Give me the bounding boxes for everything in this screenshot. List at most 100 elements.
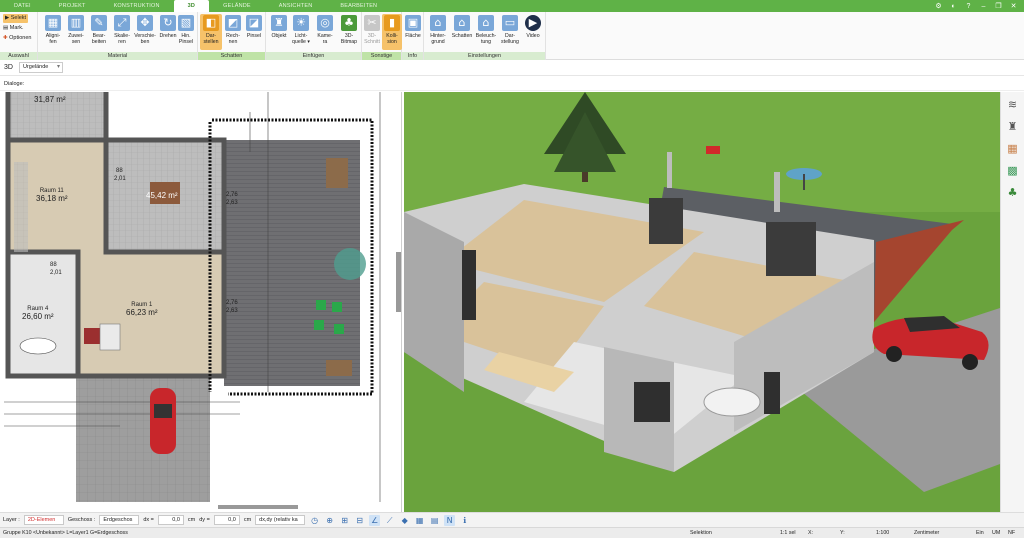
driveway [76,376,210,502]
3d-render [404,92,1000,512]
tab-3d[interactable]: 3D [173,0,210,12]
group-label-info: Info [402,52,423,60]
ribbon: ▶ Selekt ▤ Mark. ✚ Optionen Auswahl ▦ Ali… [0,12,1024,60]
plant-catalog-icon[interactable]: ♣ [1005,185,1021,201]
3d-section-button[interactable]: ✂ 3D- Schnitt [362,14,382,50]
3d-view-pane[interactable] [404,92,1000,512]
area-icon: ▣ [405,15,421,31]
group-einstellungen: ⌂ Hinter-grund ⌂ Schatten ⌂ Beleuch-tung ▭ D… [424,12,546,60]
info-icon[interactable]: ℹ [459,515,470,526]
status-um: UM [992,530,1001,536]
shadow-settings-button[interactable]: ⌂ Schatten [449,14,475,50]
scale-icon: ⤢ [114,15,130,31]
tab-gelaende[interactable]: GELÄNDE [209,0,265,12]
group-label-einstellungen: Einstellungen [424,52,545,60]
menu-tab-bar: DATEI PROJEKT KONSTRUKTION 3D GELÄNDE AN… [0,0,1024,12]
help-icon[interactable]: ? [964,2,973,11]
palette-icon[interactable]: ◐ [949,2,958,11]
settings-icon[interactable]: ⚙ [934,2,943,11]
dimension-label: 2,63 [226,200,238,206]
lightbulb-icon: ☀ [293,15,309,31]
tab-bearbeiten[interactable]: BEARBEITEN [326,0,391,12]
angle-snap-icon[interactable]: ∠ [369,514,381,526]
status-nf: NF [1008,530,1016,536]
chair-icon: ♜ [271,15,287,31]
dialog-label: Dialoge: [4,80,25,87]
house-icon: ⌂ [430,15,446,31]
3d-bitmap-button[interactable]: ♣ 3D- Bitmap [336,14,362,50]
collision-button[interactable]: ▮ Kolli-sion [382,14,402,50]
edit-icon: ✎ [91,15,107,31]
collision-icon: ▮ [384,15,400,31]
dy-unit: cm [243,517,252,523]
lighting-button[interactable]: ⌂ Beleuch-tung [473,14,499,50]
video-button[interactable]: ▶ Video [520,14,546,50]
armchair [84,328,100,344]
view-select-dropdown[interactable]: Urgelände [18,62,63,73]
material-catalog-icon[interactable]: ▦ [1005,141,1021,157]
options-button[interactable]: ✚ Optionen [3,34,31,43]
minimize-icon[interactable]: – [979,2,988,11]
align-icon: ▦ [45,15,61,31]
grid-snap-icon[interactable]: ⊞ [339,515,350,526]
background-button[interactable]: ⌂ Hinter-grund [425,14,451,50]
clock-icon[interactable]: ◷ [309,515,320,526]
table-icon[interactable]: ▤ [429,515,440,526]
area-button[interactable]: ▣ Fläche [402,14,424,50]
dx-label: dx = [143,517,154,523]
status-unit: Zentimeter [914,530,940,536]
light-source-button[interactable]: ☀ Licht-quelle ▾ [288,14,314,50]
north-icon[interactable]: N [444,514,456,526]
camera-button[interactable]: ◎ Kame-ra [312,14,338,50]
status-y: Y: [840,530,845,536]
dimension-label: 2,63 [226,308,238,314]
play-icon: ▶ [525,15,541,31]
line-snap-icon[interactable]: ⟋ [384,515,395,526]
group-info: ▣ Fläche Info [402,12,424,60]
color-palette-icon[interactable]: ▩ [1005,163,1021,179]
dimension-label: 88 [116,168,123,174]
chair-catalog-icon[interactable]: ♜ [1005,119,1021,135]
shadow-compute-button[interactable]: ◩ Rech-nen [222,14,244,50]
tab-ansichten[interactable]: ANSICHTEN [265,0,327,12]
snap-icon[interactable]: ⊕ [324,515,335,526]
right-tool-strip: ≋ ♜ ▦ ▩ ♣ [1000,92,1024,512]
house-light-icon: ⌂ [478,15,494,31]
dx-input[interactable]: 0,0 [157,515,184,525]
shadow-display-button[interactable]: ◧ Dar-stellen [200,14,222,50]
brush-button[interactable]: ▧ Hin. Pinsel [174,14,198,50]
shadow-brush-button[interactable]: ◪ Pinsel [243,14,265,50]
dx-unit: cm [187,517,196,523]
dy-input[interactable]: 0,0 [213,515,240,525]
object-snap-icon[interactable]: ⊟ [354,515,365,526]
restore-icon[interactable]: ❐ [994,2,1003,11]
close-icon[interactable]: ✕ [1009,2,1018,11]
monitor-icon: ▭ [502,15,518,31]
group-einfuegen: ♜ Objekt ☀ Licht-quelle ▾ ◎ Kame-ra ♣ 3D- Bit… [266,12,362,60]
floor-plan-pane[interactable]: 31,87 m² Raum 11 36,18 m² 45,42 m² Raum 1… [0,92,402,512]
group-schatten: ◧ Dar-stellen ◩ Rech-nen ◪ Pinsel Schatten [198,12,266,60]
dimension-label: 2,76 [226,192,238,198]
dialog-row: Dialoge: [0,77,1024,91]
mark-button[interactable]: ▤ Mark. [3,24,23,33]
coordinate-mode-dropdown[interactable]: dx,dy (relativ ka [255,515,306,525]
dimension-label: 2,01 [50,270,62,276]
dy-label: dy = [199,517,210,523]
tab-konstruktion[interactable]: KONSTRUKTION [100,0,174,12]
group-material: ▦ Aligni-fen ▥ Zuwei-sen ✎ Bear-beiten ⤢ Ska… [38,12,198,60]
room-label-top-left: 31,87 m² [34,95,66,104]
tab-projekt[interactable]: PROJEKT [45,0,100,12]
grid-icon[interactable]: ▦ [414,515,425,526]
floor-dropdown[interactable]: Erdgeschos [99,515,140,525]
point-snap-icon[interactable]: ◆ [399,515,410,526]
select-button[interactable]: ▶ Selekt [3,14,29,23]
layer-dropdown[interactable]: 2D-Elemen [23,515,64,525]
cube-shadow-icon: ◧ [203,15,219,31]
room-label-dining: 45,42 m² [146,191,178,200]
view-options-row: 3D Urgelände [0,60,1024,76]
tree-icon: ♣ [341,15,357,31]
tab-datei[interactable]: DATEI [0,0,45,12]
window-controls: ⚙ ◐ ? – ❐ ✕ [934,2,1024,11]
layers-icon[interactable]: ≋ [1005,97,1021,113]
group-label-einfuegen: Einfügen [266,52,361,60]
